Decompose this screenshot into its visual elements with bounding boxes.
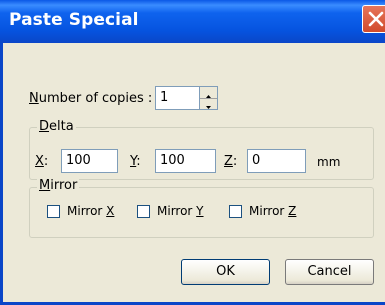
delta-x-value: 100 (66, 153, 91, 168)
ok-button[interactable]: OK (181, 259, 270, 285)
close-button[interactable] (362, 5, 385, 33)
mirror-x-checkbox[interactable] (47, 205, 60, 218)
mirror-y-checkbox[interactable] (137, 205, 150, 218)
copies-input[interactable]: 1 (155, 86, 200, 110)
copies-label: Number of copies : (29, 91, 153, 106)
delta-y-input[interactable]: 100 (155, 149, 216, 173)
delta-legend: Delta (37, 119, 76, 134)
mirror-z-label[interactable]: Mirror Z (249, 204, 296, 218)
title-bar[interactable]: Paste Special (0, 0, 385, 43)
cancel-button[interactable]: Cancel (285, 259, 374, 285)
delta-z-value: 0 (252, 153, 261, 168)
delta-x-input[interactable]: 100 (61, 149, 118, 173)
spin-down-button[interactable] (200, 98, 217, 109)
mirror-x-label[interactable]: Mirror X (67, 204, 114, 218)
delta-y-label: Y: (130, 154, 141, 169)
arrow-down-icon (206, 106, 211, 109)
close-icon (368, 11, 384, 27)
delta-z-label: Z: (224, 154, 238, 169)
mirror-y-label[interactable]: Mirror Y (157, 204, 204, 218)
mirror-legend: Mirror (37, 178, 80, 193)
window-title: Paste Special (9, 10, 139, 30)
delta-y-value: 100 (160, 153, 185, 168)
window-frame-left (0, 43, 3, 305)
delta-unit-label: mm (317, 155, 341, 169)
mirror-z-checkbox[interactable] (229, 205, 242, 218)
copies-value: 1 (160, 90, 169, 105)
delta-x-label: X: (35, 154, 49, 169)
paste-special-dialog: Paste Special Number of copies : 1 Delta… (0, 0, 385, 305)
copies-spinner[interactable] (199, 86, 218, 110)
delta-z-input[interactable]: 0 (247, 149, 306, 173)
